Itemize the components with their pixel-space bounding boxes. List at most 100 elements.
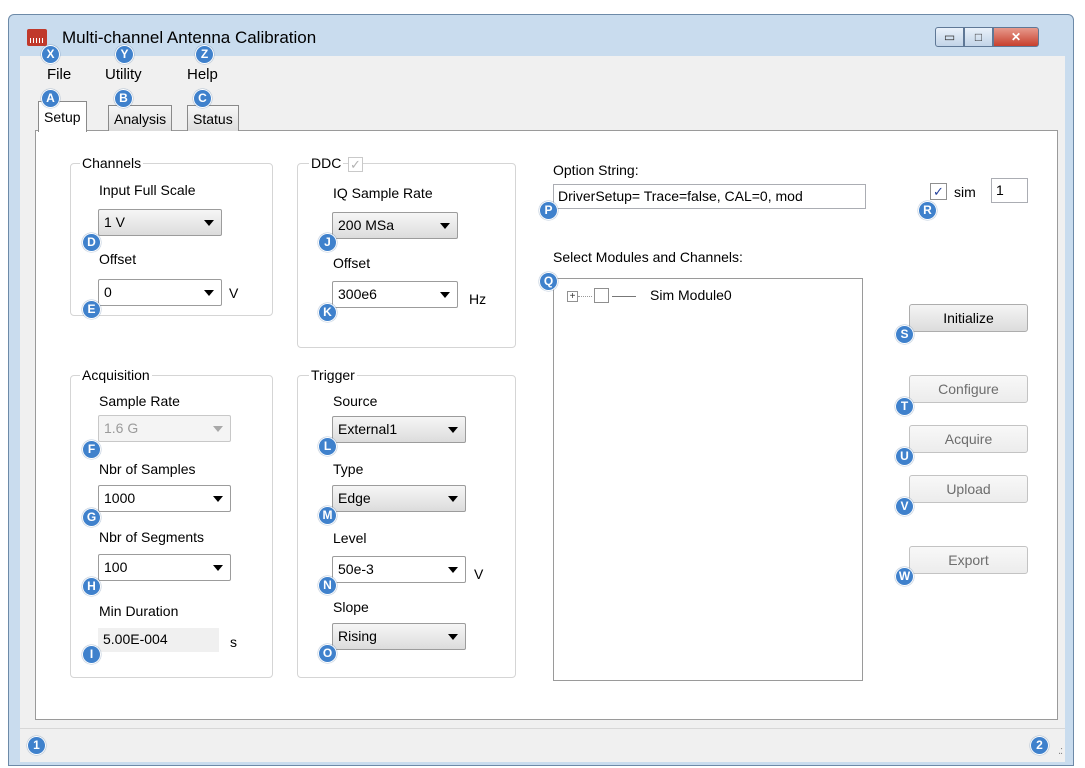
trigger-type-label: Type (333, 461, 364, 477)
channel-offset-unit: V (229, 285, 239, 301)
trigger-slope-dropdown[interactable]: Rising (332, 623, 466, 650)
sample-rate-value: 1.6 G (104, 420, 139, 436)
option-string-input[interactable]: DriverSetup= Trace=false, CAL=0, mod (553, 184, 866, 209)
module-checkbox[interactable] (594, 288, 609, 303)
marker-o: O (318, 644, 337, 663)
ddc-offset-value: 300e6 (338, 286, 377, 302)
chevron-down-icon (204, 290, 214, 296)
acquire-button[interactable]: Acquire (909, 425, 1028, 453)
ddc-enable-checkbox[interactable]: ✓ (348, 157, 363, 172)
chevron-down-icon (213, 426, 223, 432)
minimize-button[interactable]: ▭ (935, 27, 964, 47)
marker-m: M (318, 506, 337, 525)
channel-offset-combo[interactable]: 0 (98, 279, 222, 306)
trigger-level-value: 50e-3 (338, 561, 374, 577)
marker-n: N (318, 576, 337, 595)
maximize-button[interactable]: □ (964, 27, 993, 47)
tab-status[interactable]: Status (187, 105, 239, 131)
iq-sample-rate-value: 200 MSa (338, 217, 395, 233)
tree-module-label[interactable]: Sim Module0 (650, 287, 732, 303)
app-icon (27, 29, 47, 46)
marker-l: L (318, 437, 337, 456)
sample-rate-dropdown: 1.6 G (98, 415, 231, 442)
marker-e: E (82, 300, 101, 319)
tab-analysis[interactable]: Analysis (108, 105, 173, 131)
marker-u: U (895, 447, 914, 466)
trigger-source-label: Source (333, 393, 378, 409)
menu-help[interactable]: Help (187, 66, 218, 83)
marker-j: J (318, 233, 337, 252)
chevron-down-icon (448, 567, 458, 573)
marker-c: C (193, 89, 212, 108)
tree-connector (578, 296, 592, 297)
close-button[interactable]: ✕ (993, 27, 1039, 47)
acquisition-group-title: Acquisition (80, 367, 152, 383)
ddc-offset-unit: Hz (469, 291, 487, 307)
nbr-segments-value: 100 (104, 559, 128, 575)
option-string-label: Option String: (553, 162, 639, 178)
chevron-down-icon (440, 292, 450, 298)
min-duration-label: Min Duration (99, 603, 179, 619)
channels-group-title: Channels (80, 155, 144, 171)
nbr-samples-value: 1000 (104, 490, 136, 506)
marker-p: P (539, 201, 558, 220)
sim-checkbox[interactable]: ✓ (930, 183, 947, 200)
chevron-down-icon (204, 220, 214, 226)
marker-w: W (895, 567, 914, 586)
iq-sample-rate-dropdown[interactable]: 200 MSa (332, 212, 458, 239)
ddc-offset-combo[interactable]: 300e6 (332, 281, 458, 308)
chevron-down-icon (213, 565, 223, 571)
input-full-scale-dropdown[interactable]: 1 V (98, 209, 222, 236)
channel-offset-label: Offset (99, 251, 137, 267)
initialize-button[interactable]: Initialize (909, 304, 1028, 332)
marker-f: F (82, 440, 101, 459)
export-button[interactable]: Export (909, 546, 1028, 574)
trigger-level-unit: V (474, 566, 484, 582)
upload-button[interactable]: Upload (909, 475, 1028, 503)
trigger-source-dropdown[interactable]: External1 (332, 416, 466, 443)
trigger-slope-value: Rising (338, 628, 377, 644)
modules-tree[interactable] (553, 278, 863, 681)
configure-button[interactable]: Configure (909, 375, 1028, 403)
marker-r: R (918, 201, 937, 220)
ddc-group-title: DDC (309, 155, 344, 171)
tree-expand-icon[interactable]: + (567, 291, 578, 302)
modules-label: Select Modules and Channels: (553, 249, 743, 265)
marker-2: 2 (1030, 736, 1049, 755)
marker-1: 1 (27, 736, 46, 755)
marker-y: Y (115, 45, 134, 64)
marker-t: T (895, 397, 914, 416)
menu-utility[interactable]: Utility (105, 66, 142, 83)
marker-g: G (82, 508, 101, 527)
sim-label: sim (954, 184, 976, 200)
marker-i: I (82, 645, 101, 664)
chevron-down-icon (448, 427, 458, 433)
trigger-level-label: Level (333, 530, 367, 546)
sim-count-input[interactable]: 1 (991, 178, 1028, 203)
tree-connector (612, 296, 636, 297)
resize-grip-icon[interactable]: .: (1058, 745, 1063, 757)
maximize-icon: □ (974, 30, 983, 44)
input-full-scale-value: 1 V (104, 214, 126, 230)
menu-file[interactable]: File (47, 66, 71, 83)
marker-k: K (318, 303, 337, 322)
marker-z: Z (195, 45, 214, 64)
trigger-group-title: Trigger (309, 367, 357, 383)
close-icon: ✕ (1010, 30, 1022, 44)
status-bar (20, 728, 1065, 762)
trigger-level-combo[interactable]: 50e-3 (332, 556, 466, 583)
marker-s: S (895, 325, 914, 344)
input-full-scale-label: Input Full Scale (99, 182, 196, 198)
window-title: Multi-channel Antenna Calibration (62, 28, 317, 47)
marker-d: D (82, 233, 101, 252)
nbr-samples-combo[interactable]: 1000 (98, 485, 231, 512)
trigger-type-dropdown[interactable]: Edge (332, 485, 466, 512)
nbr-segments-combo[interactable]: 100 (98, 554, 231, 581)
nbr-samples-label: Nbr of Samples (99, 461, 196, 477)
marker-x: X (41, 45, 60, 64)
marker-a: A (41, 89, 60, 108)
minimize-icon: ▭ (943, 30, 956, 44)
marker-b: B (114, 89, 133, 108)
marker-q: Q (539, 272, 558, 291)
iq-sample-rate-label: IQ Sample Rate (333, 185, 433, 201)
